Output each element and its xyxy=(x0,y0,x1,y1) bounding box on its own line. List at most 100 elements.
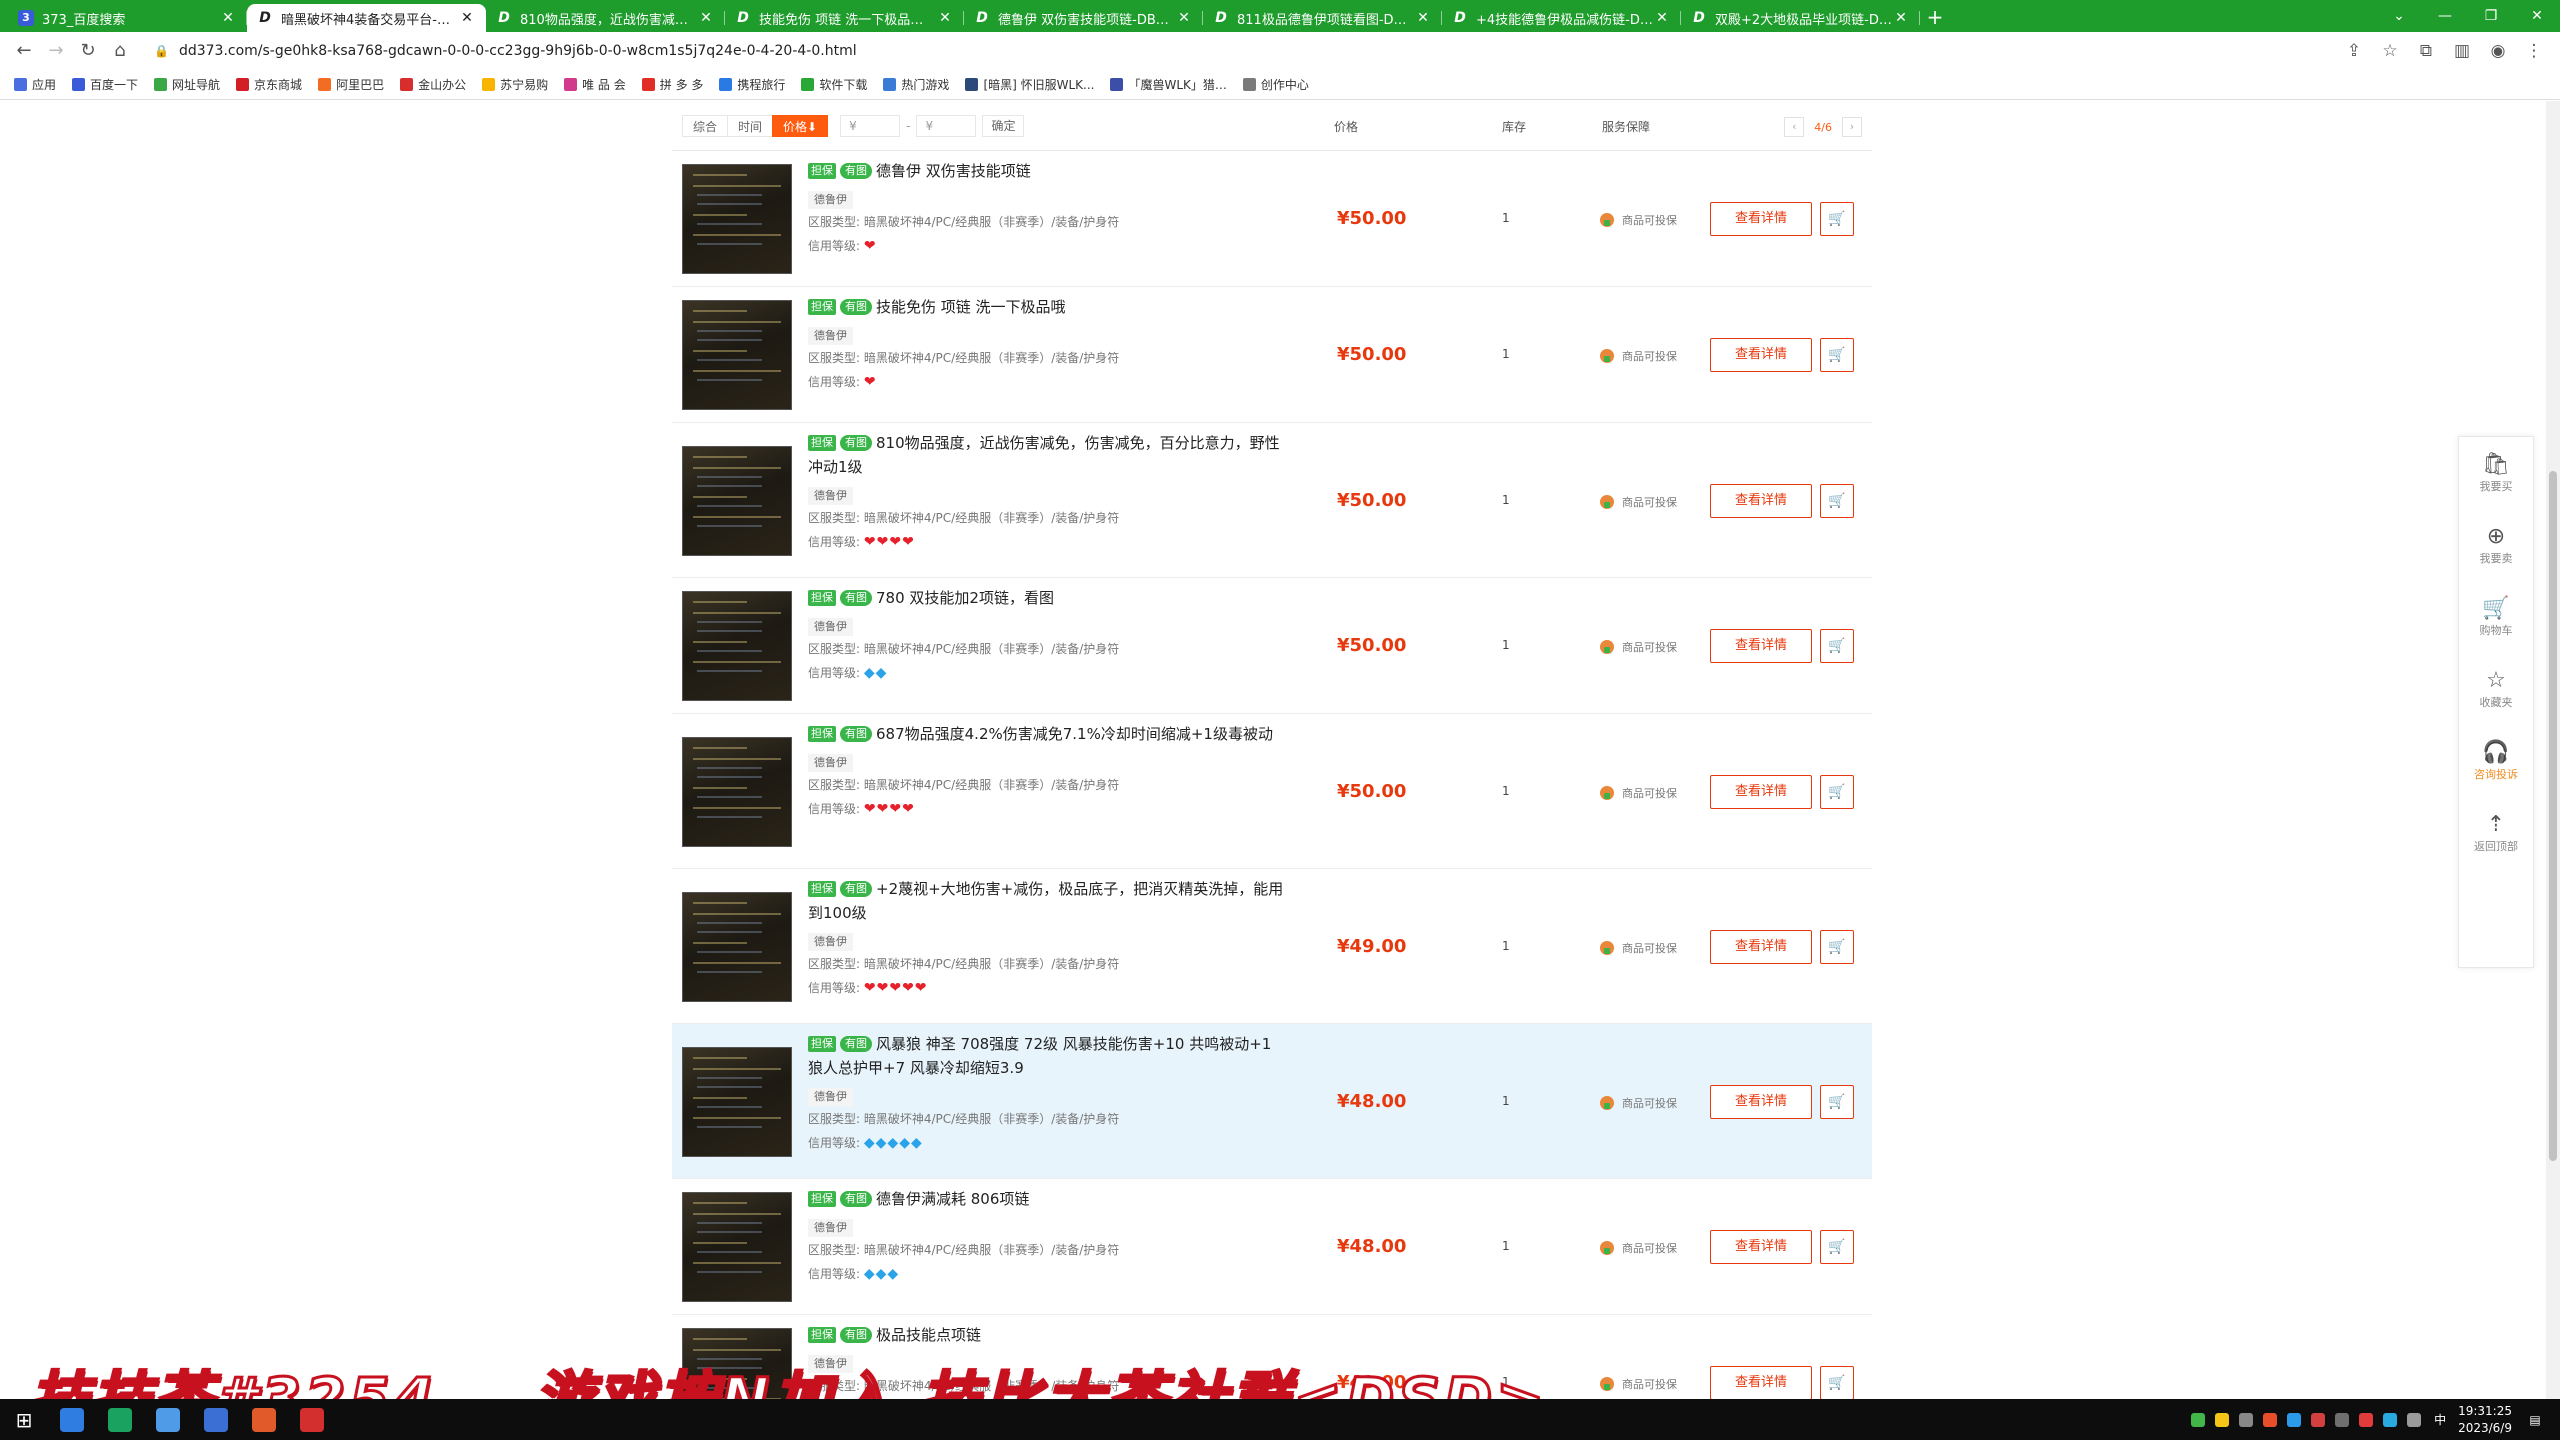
view-detail-button[interactable]: 查看详情 xyxy=(1710,930,1812,964)
listing-row[interactable]: 担保 有图 810物品强度，近战伤害减免，伤害减免，百分比意力，野性冲动1级 德鲁伊区… xyxy=(672,423,1872,578)
price-min-input[interactable]: ¥ xyxy=(840,114,901,137)
home-button[interactable]: ⌂ xyxy=(104,35,136,67)
listing-title[interactable]: 担保 有图 810物品强度，近战伤害减免，伤害减免，百分比意力，野性冲动1级 xyxy=(808,431,1288,479)
menu-icon[interactable]: ⋮ xyxy=(2516,41,2552,61)
view-detail-button[interactable]: 查看详情 xyxy=(1710,338,1812,372)
view-detail-button[interactable]: 查看详情 xyxy=(1710,1085,1812,1119)
maximize-button[interactable]: ❐ xyxy=(2468,2,2514,30)
prev-page-button[interactable]: ‹ xyxy=(1784,117,1805,137)
taskbar-app-button[interactable] xyxy=(48,1399,96,1440)
share-icon[interactable]: ⇪ xyxy=(2336,41,2372,61)
bookmark-item[interactable]: 拼 多 多 xyxy=(641,76,703,93)
listing-title[interactable]: 担保 有图 +2蔑视+大地伤害+减伤，极品底子，把消灭精英洗掉，能用到100级 xyxy=(808,877,1288,925)
tab-close-icon[interactable]: ✕ xyxy=(1653,10,1671,26)
item-screenshot-thumbnail[interactable] xyxy=(682,1047,792,1157)
address-bar[interactable]: 🔒 dd373.com/s-ge0hk8-ksa768-gdcawn-0-0-0… xyxy=(144,37,2328,65)
tray-icon[interactable] xyxy=(2263,1412,2278,1427)
listing-row[interactable]: 担保 有图 +2蔑视+大地伤害+减伤，极品底子，把消灭精英洗掉，能用到100级 德鲁伊… xyxy=(672,869,1872,1024)
float-sidebar-item[interactable]: 🛒 购物车 xyxy=(2459,581,2533,653)
browser-tab[interactable]: D 810物品强度，近战伤害减免，伤…✕ xyxy=(486,4,725,32)
tab-close-icon[interactable]: ✕ xyxy=(1175,10,1193,26)
tab-close-icon[interactable]: ✕ xyxy=(697,10,715,26)
tab-close-icon[interactable]: ✕ xyxy=(1892,10,1910,26)
browser-tab[interactable]: D 双殿+2大地极品毕业项链-DB20…✕ xyxy=(1681,4,1920,32)
bookmark-item[interactable]: 软件下载 xyxy=(801,76,867,93)
browser-tab[interactable]: D +4技能德鲁伊极品减伤链-DB202…✕ xyxy=(1442,4,1681,32)
listing-title[interactable]: 担保 有图 687物品强度4.2%伤害减免7.1%冷却时间缩减+1级毒被动 xyxy=(808,722,1288,746)
bookmark-item[interactable]: 创作中心 xyxy=(1242,76,1309,93)
tab-close-icon[interactable]: ✕ xyxy=(936,10,954,26)
float-sidebar-item[interactable]: ⇡ 返回顶部 xyxy=(2459,797,2533,869)
bookmark-item[interactable]: 网址导航 xyxy=(154,76,220,93)
bookmark-item[interactable]: 唯 品 会 xyxy=(564,76,626,93)
view-detail-button[interactable]: 查看详情 xyxy=(1710,484,1812,518)
browser-tab[interactable]: 3 373_百度搜索 ✕ xyxy=(8,4,247,32)
sort-default-button[interactable]: 综合 xyxy=(682,114,729,137)
taskbar-app-button[interactable] xyxy=(240,1399,288,1440)
item-screenshot-thumbnail[interactable] xyxy=(682,591,792,701)
float-sidebar-item[interactable]: ☆ 收藏夹 xyxy=(2459,653,2533,725)
bookmark-item[interactable]: 苏宁易购 xyxy=(482,76,548,93)
start-button[interactable]: ⊞ xyxy=(0,1408,48,1432)
add-to-cart-button[interactable]: 🛒 xyxy=(1820,338,1854,372)
item-screenshot-thumbnail[interactable] xyxy=(682,737,792,847)
reload-button[interactable]: ↻ xyxy=(72,35,104,67)
listing-title[interactable]: 担保 有图 德鲁伊满减耗 806项链 xyxy=(808,1187,1288,1211)
view-detail-button[interactable]: 查看详情 xyxy=(1710,202,1812,236)
clock[interactable]: 19:31:25 2023/6/9 xyxy=(2458,1403,2512,1437)
forward-button[interactable]: → xyxy=(40,35,72,67)
item-screenshot-thumbnail[interactable] xyxy=(682,1192,792,1302)
add-to-cart-button[interactable]: 🛒 xyxy=(1820,1085,1854,1119)
tray-icon[interactable] xyxy=(2383,1412,2398,1427)
price-max-input[interactable]: ¥ xyxy=(916,114,977,137)
browser-tab[interactable]: D 德鲁伊 双伤害技能项链-DB202… ✕ xyxy=(964,4,1203,32)
taskbar-app-button[interactable] xyxy=(96,1399,144,1440)
item-screenshot-thumbnail[interactable] xyxy=(682,300,792,410)
tray-icon[interactable] xyxy=(2287,1412,2302,1427)
bookmark-item[interactable]: 阿里巴巴 xyxy=(318,76,384,93)
sort-price-button[interactable]: 价格⬇ xyxy=(772,114,829,137)
bookmark-item[interactable]: 热门游戏 xyxy=(883,76,949,93)
float-sidebar-item[interactable]: ⊕ 我要卖 xyxy=(2459,509,2533,581)
view-detail-button[interactable]: 查看详情 xyxy=(1710,775,1812,809)
tray-icon[interactable] xyxy=(2239,1412,2254,1427)
item-screenshot-thumbnail[interactable] xyxy=(682,164,792,274)
view-detail-button[interactable]: 查看详情 xyxy=(1710,1366,1812,1399)
tray-icon[interactable] xyxy=(2407,1412,2422,1427)
ime-indicator[interactable]: 中 xyxy=(2434,1411,2446,1428)
item-screenshot-thumbnail[interactable] xyxy=(682,446,792,556)
tab-search-button[interactable]: ⌄ xyxy=(2376,2,2422,30)
scrollbar-thumb[interactable] xyxy=(2549,471,2557,1161)
listing-row[interactable]: 担保 有图 技能免伤 项链 洗一下极品哦 德鲁伊 区服类型: 暗黑破坏神4/PC/经典服… xyxy=(672,287,1872,423)
new-tab-button[interactable]: + xyxy=(1920,4,1950,32)
tab-close-icon[interactable]: ✕ xyxy=(458,10,476,26)
listing-row[interactable]: 担保 有图 风暴狼 神圣 708强度 72级 风暴技能伤害+10 共鸣被动+1 狼人… xyxy=(672,1024,1872,1179)
bookmark-item[interactable]: 京东商城 xyxy=(236,76,302,93)
extensions-icon[interactable]: ⧉ xyxy=(2408,41,2444,61)
add-to-cart-button[interactable]: 🛒 xyxy=(1820,629,1854,663)
listing-title[interactable]: 担保 有图 德鲁伊 双伤害技能项链 xyxy=(808,159,1288,183)
close-window-button[interactable]: ✕ xyxy=(2514,2,2560,30)
bookmark-star-icon[interactable]: ☆ xyxy=(2372,41,2408,61)
tab-close-icon[interactable]: ✕ xyxy=(1414,10,1432,26)
bookmark-item[interactable]: 「魔兽WLK」猎… xyxy=(1110,76,1227,93)
bookmark-item[interactable]: 金山办公 xyxy=(400,76,466,93)
tray-icon[interactable] xyxy=(2359,1412,2374,1427)
browser-tab[interactable]: D 技能免伤 项链 洗一下极品哦-DB…✕ xyxy=(725,4,964,32)
add-to-cart-button[interactable]: 🛒 xyxy=(1820,775,1854,809)
listing-row[interactable]: 担保 有图 780 双技能加2项链，看图 德鲁伊 区服类型: 暗黑破坏神4/PC/经典服… xyxy=(672,578,1872,714)
float-sidebar-item[interactable]: 🛍 我要买 xyxy=(2459,437,2533,509)
next-page-button[interactable]: › xyxy=(1842,117,1862,137)
float-sidebar-item[interactable]: 🎧 咨询投诉 xyxy=(2459,725,2533,797)
minimize-button[interactable]: — xyxy=(2422,2,2468,30)
listing-title[interactable]: 担保 有图 极品技能点项链 xyxy=(808,1323,1288,1347)
add-to-cart-button[interactable]: 🛒 xyxy=(1820,1366,1854,1399)
price-confirm-button[interactable]: 确定 xyxy=(982,114,1025,137)
listing-row[interactable]: 担保 有图 687物品强度4.2%伤害减免7.1%冷却时间缩减+1级毒被动 德鲁伊 区服… xyxy=(672,714,1872,869)
tray-icon[interactable] xyxy=(2335,1412,2350,1427)
taskbar-app-button[interactable] xyxy=(288,1399,336,1440)
listing-title[interactable]: 担保 有图 780 双技能加2项链，看图 xyxy=(808,586,1288,610)
add-to-cart-button[interactable]: 🛒 xyxy=(1820,1230,1854,1264)
back-button[interactable]: ← xyxy=(8,35,40,67)
sidepanel-icon[interactable]: ▥ xyxy=(2444,41,2480,61)
